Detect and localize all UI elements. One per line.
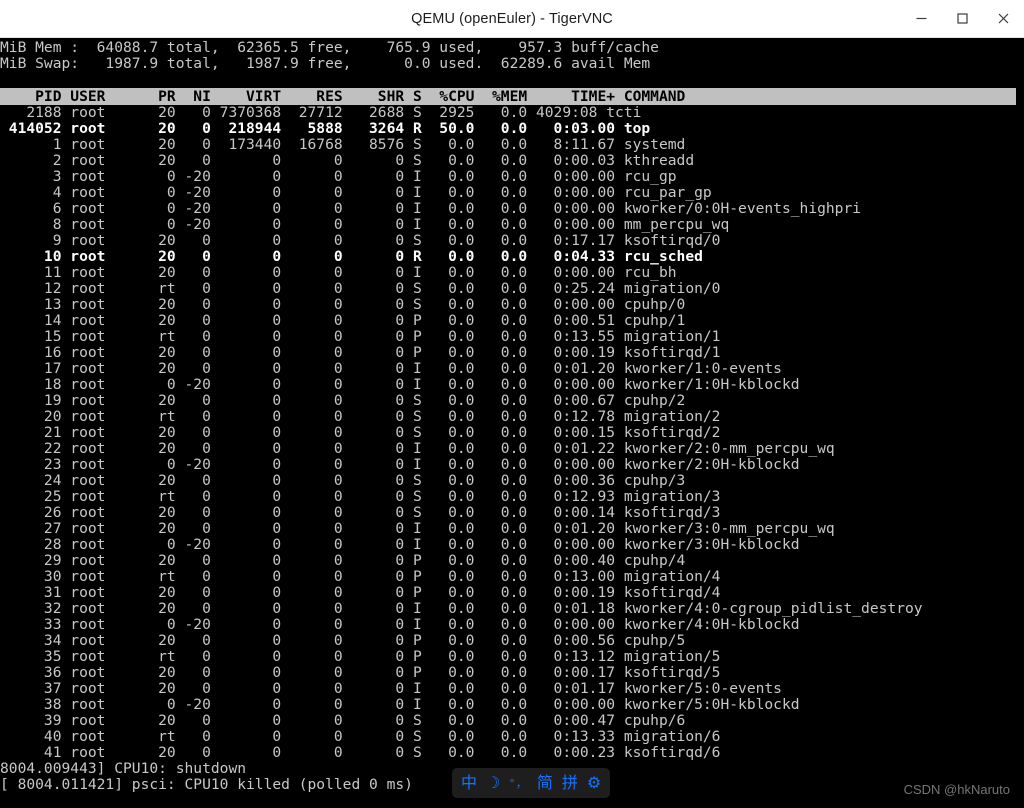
process-row: 29 root 20 0 0 0 0 P 0.0 0.0 0:00.40 cpu… <box>0 552 686 569</box>
process-row: 8 root 0 -20 0 0 0 I 0.0 0.0 0:00.00 mm_… <box>0 216 730 233</box>
process-row: 1 root 20 0 173440 16768 8576 S 0.0 0.0 … <box>0 136 686 153</box>
process-row: 41 root 20 0 0 0 0 S 0.0 0.0 0:00.23 kso… <box>0 744 721 761</box>
process-row: 12 root rt 0 0 0 0 S 0.0 0.0 0:25.24 mig… <box>0 280 721 297</box>
ime-toolbar[interactable]: 中 ☽ °， 简 拼 ⚙ <box>452 768 611 798</box>
process-row: 25 root rt 0 0 0 0 S 0.0 0.0 0:12.93 mig… <box>0 488 721 505</box>
window-titlebar: QEMU (openEuler) - TigerVNC <box>0 0 1024 38</box>
process-row: 35 root rt 0 0 0 0 P 0.0 0.0 0:13.12 mig… <box>0 648 721 665</box>
process-row: 17 root 20 0 0 0 0 I 0.0 0.0 0:01.20 kwo… <box>0 360 782 377</box>
process-row: 39 root 20 0 0 0 0 S 0.0 0.0 0:00.47 cpu… <box>0 712 686 729</box>
process-row: 24 root 20 0 0 0 0 S 0.0 0.0 0:00.36 cpu… <box>0 472 686 489</box>
maximize-icon <box>957 13 968 24</box>
process-row: 27 root 20 0 0 0 0 I 0.0 0.0 0:01.20 kwo… <box>0 520 835 537</box>
dark-mode-moon-icon[interactable]: ☽ <box>486 775 500 791</box>
process-row: 30 root rt 0 0 0 0 P 0.0 0.0 0:13.00 mig… <box>0 568 721 585</box>
process-row: 18 root 0 -20 0 0 0 I 0.0 0.0 0:00.00 kw… <box>0 376 800 393</box>
process-row: 14 root 20 0 0 0 0 P 0.0 0.0 0:00.51 cpu… <box>0 312 686 329</box>
terminal-screen[interactable]: MiB Mem : 64088.7 total, 62365.5 free, 7… <box>0 38 1024 808</box>
process-row: 414052 root 20 0 218944 5888 3264 R 50.0… <box>0 120 651 137</box>
vnc-window: QEMU (openEuler) - TigerVNC MiB Mem: 64… <box>0 0 1024 808</box>
process-row: 40 root rt 0 0 0 0 S 0.0 0.0 0:13.33 mig… <box>0 728 721 745</box>
settings-gear-icon[interactable]: ⚙ <box>587 775 601 791</box>
window-title: QEMU (openEuler) - TigerVNC <box>411 10 613 27</box>
process-row: 20 root rt 0 0 0 0 S 0.0 0.0 0:12.78 mig… <box>0 408 721 425</box>
process-row: 11 root 20 0 0 0 0 I 0.0 0.0 0:00.00 rcu… <box>0 264 677 281</box>
process-row: 2 root 20 0 0 0 0 S 0.0 0.0 0:00.03 kthr… <box>0 152 695 169</box>
minimize-icon <box>916 17 927 20</box>
process-row: 32 root 20 0 0 0 0 I 0.0 0.0 0:01.18 kwo… <box>0 600 923 617</box>
swap-summary-line: MiB Swap: 1987.9 total, 1987.9 free, 0.0… <box>0 55 651 72</box>
process-row: 9 root 20 0 0 0 0 S 0.0 0.0 0:17.17 ksof… <box>0 232 721 249</box>
window-controls <box>901 0 1024 37</box>
process-row: 38 root 0 -20 0 0 0 I 0.0 0.0 0:00.00 kw… <box>0 696 800 713</box>
maximize-button[interactable] <box>942 0 983 38</box>
process-row: 26 root 20 0 0 0 0 S 0.0 0.0 0:00.14 kso… <box>0 504 721 521</box>
top-summary-block: MiB Mem : 64088.7 total, 62365.5 free, 7… <box>0 40 1024 72</box>
process-table-body: 2188 root 20 0 7370368 27712 2688 S 2925… <box>0 105 1024 761</box>
process-row: 37 root 20 0 0 0 0 I 0.0 0.0 0:01.17 kwo… <box>0 680 782 697</box>
process-row: 4 root 0 -20 0 0 0 I 0.0 0.0 0:00.00 rcu… <box>0 184 712 201</box>
process-row: 3 root 0 -20 0 0 0 I 0.0 0.0 0:00.00 rcu… <box>0 168 677 185</box>
process-row: 28 root 0 -20 0 0 0 I 0.0 0.0 0:00.00 kw… <box>0 536 800 553</box>
mem-summary-line: MiB Mem : 64088.7 total, 62365.5 free, 7… <box>0 39 659 56</box>
close-icon <box>998 13 1009 24</box>
minimize-button[interactable] <box>901 0 942 38</box>
process-row: 23 root 0 -20 0 0 0 I 0.0 0.0 0:00.00 kw… <box>0 456 800 473</box>
process-row: 19 root 20 0 0 0 0 S 0.0 0.0 0:00.67 cpu… <box>0 392 686 409</box>
process-row: 2188 root 20 0 7370368 27712 2688 S 2925… <box>0 104 642 121</box>
process-row: 16 root 20 0 0 0 0 P 0.0 0.0 0:00.19 kso… <box>0 344 721 361</box>
process-row: 10 root 20 0 0 0 0 R 0.0 0.0 0:04.33 rcu… <box>0 248 703 265</box>
process-row: 21 root 20 0 0 0 0 S 0.0 0.0 0:00.15 kso… <box>0 424 721 441</box>
watermark-text: CSDN @hkNaruto <box>903 782 1010 797</box>
pinyin-mode[interactable]: 拼 <box>562 775 578 791</box>
process-row: 15 root rt 0 0 0 0 P 0.0 0.0 0:13.55 mig… <box>0 328 721 345</box>
process-row: 31 root 20 0 0 0 0 P 0.0 0.0 0:00.19 kso… <box>0 584 721 601</box>
process-row: 33 root 0 -20 0 0 0 I 0.0 0.0 0:00.00 kw… <box>0 616 800 633</box>
process-table-header: PID USER PR NI VIRT RES SHR S %CPU %MEM … <box>0 88 1016 105</box>
punctuation-mode[interactable]: °， <box>509 778 528 789</box>
process-row: 36 root 20 0 0 0 0 P 0.0 0.0 0:00.17 kso… <box>0 664 721 681</box>
process-row: 22 root 20 0 0 0 0 I 0.0 0.0 0:01.22 kwo… <box>0 440 835 457</box>
process-row: 6 root 0 -20 0 0 0 I 0.0 0.0 0:00.00 kwo… <box>0 200 862 217</box>
simplified-chinese-mode[interactable]: 简 <box>537 775 553 791</box>
process-row: 13 root 20 0 0 0 0 S 0.0 0.0 0:00.00 cpu… <box>0 296 686 313</box>
input-mode-chinese[interactable]: 中 <box>461 775 477 791</box>
process-row: 34 root 20 0 0 0 0 P 0.0 0.0 0:00.56 cpu… <box>0 632 686 649</box>
close-button[interactable] <box>983 0 1024 38</box>
